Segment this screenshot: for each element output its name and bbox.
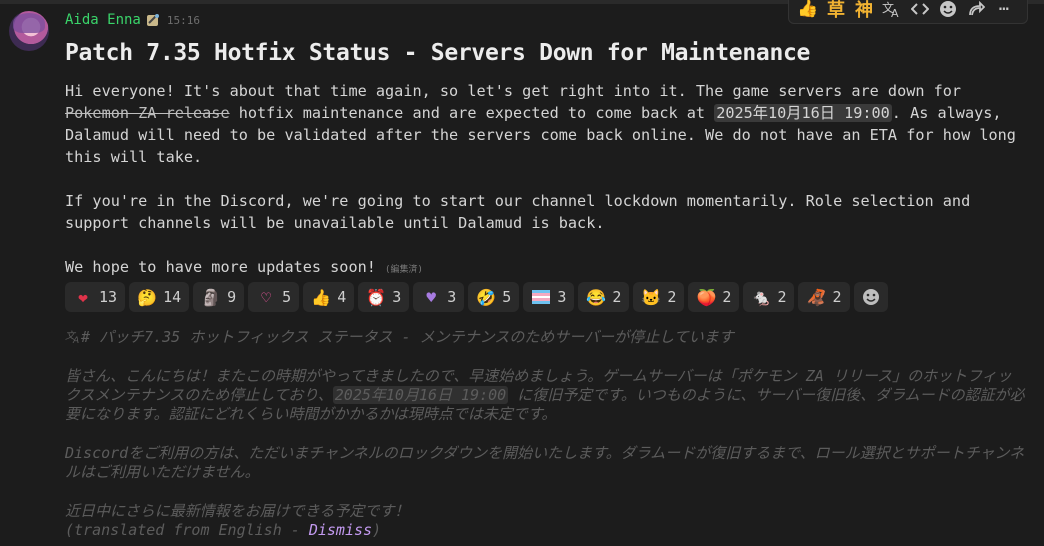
reaction-count: 3 [557, 288, 567, 306]
reaction-count: 3 [392, 288, 402, 306]
reaction-thumbs-up[interactable]: 👍 4 [303, 282, 355, 312]
quick-react-kusa[interactable]: 草 [825, 0, 847, 22]
paragraph-1: Hi everyone! It's about that time again,… [65, 80, 1025, 168]
thinking-face-icon: 🤔 [137, 287, 158, 307]
translation-timestamp: 2025年10月16日 19:00 [332, 385, 509, 404]
svg-text:A: A [72, 336, 79, 343]
reaction-count: 14 [163, 288, 182, 306]
paragraph-2: If you're in the Discord, we're going to… [65, 192, 971, 232]
reaction-heart[interactable]: ❤ 13 [65, 282, 126, 312]
reaction-count: 2 [667, 288, 677, 306]
thumbs-up-icon: 👍 [311, 287, 332, 307]
reaction-rofl[interactable]: 🤣 5 [468, 282, 520, 312]
rofl-icon: 🤣 [476, 287, 497, 307]
reaction-count: 13 [99, 288, 118, 306]
purple-heart-icon: ♥ [426, 287, 437, 307]
reaction-trans-flag[interactable]: 3 [523, 282, 575, 312]
translate-icon: 文A [65, 328, 81, 346]
reaction-count: 4 [337, 288, 347, 306]
more-options-icon[interactable]: ⋯ [993, 0, 1015, 22]
add-reaction-icon[interactable] [937, 0, 959, 22]
p1-text-a: Hi everyone! It's about that time again,… [65, 82, 962, 100]
reaction-orangutan[interactable]: 🦧 2 [798, 282, 850, 312]
avatar-hair [13, 13, 45, 33]
alarm-clock-icon: ⏰ [366, 287, 387, 307]
quick-react-kami[interactable]: 神 [853, 0, 875, 22]
mouse-icon: 🐁 [751, 287, 772, 307]
reaction-count: 9 [227, 288, 237, 306]
joy-icon: 😂 [586, 287, 607, 307]
translation-title: 文 A # パッチ7.35 ホットフィックス ステータス - メンテナンスのためサー… [65, 328, 1025, 347]
p1-text-b: hotfix maintenance and are expected to c… [229, 104, 715, 122]
translation-title-text: # パッチ7.35 ホットフィックス ステータス - メンテナンスのためサーバー… [81, 328, 734, 346]
reaction-cat[interactable]: 🐱 2 [633, 282, 685, 312]
pink-heart-icon: ♡ [261, 287, 271, 307]
reaction-count: 2 [612, 288, 622, 306]
reaction-count: 5 [502, 288, 512, 306]
username[interactable]: Aida Enna [65, 12, 141, 28]
translation-paragraph-2: Discordをご利用の方は、ただいまチャンネルのロックダウンを開始いたします。… [65, 443, 1025, 482]
translate-icon[interactable]: 文A [881, 0, 903, 22]
svg-text:A: A [891, 7, 899, 18]
translation-footer: (translated from English - Dismiss) [65, 521, 1025, 540]
cat-icon: 🐱 [641, 287, 662, 307]
message-header: Aida Enna 15:16 [65, 10, 200, 30]
reaction-pink-heart[interactable]: ♡ 5 [248, 282, 300, 312]
moai-icon: 🗿 [201, 287, 222, 307]
timestamp[interactable]: 15:16 [167, 14, 200, 27]
paragraph-3: We hope to have more updates soon! (編集済) [65, 256, 1025, 281]
reaction-peach[interactable]: 🍑 2 [688, 282, 740, 312]
heart-icon: ❤ [78, 287, 88, 307]
translated-from-label: (translated from English - [65, 520, 309, 539]
message-title: Patch 7.35 Hotfix Status - Servers Down … [65, 40, 811, 66]
translation-paragraph-1: 皆さん、こんにちは！またこの時期がやってきましたので、早速始めましょう。ゲームサ… [65, 367, 1025, 425]
reaction-alarm-clock[interactable]: ⏰ 3 [358, 282, 410, 312]
add-reaction-icon [861, 287, 881, 307]
reaction-bar: ❤ 13 🤔 14 🗿 9 ♡ 5 👍 4 ⏰ 3 ♥ 3 🤣 5 3 😂 2 🐱 2 🍑 2 🐁 2 … [65, 282, 888, 312]
reaction-purple-heart[interactable]: ♥ 3 [413, 282, 465, 312]
message-toolbar: 👍 草 神 文A ⋯ [788, 0, 1028, 24]
reaction-thinking[interactable]: 🤔 14 [129, 282, 190, 312]
reaction-mouse[interactable]: 🐁 2 [743, 282, 795, 312]
dismiss-link[interactable]: Dismiss [309, 521, 372, 539]
reaction-count: 2 [722, 288, 732, 306]
code-icon[interactable] [909, 0, 931, 22]
footer-close-paren: ) [372, 520, 382, 539]
avatar[interactable] [9, 11, 49, 51]
reaction-moai[interactable]: 🗿 9 [193, 282, 245, 312]
message-body: Hi everyone! It's about that time again,… [65, 80, 1025, 281]
reaction-count: 2 [832, 288, 842, 306]
orangutan-icon: 🦧 [806, 287, 827, 307]
translation-block: 文 A # パッチ7.35 ホットフィックス ステータス - メンテナンスのためサー… [65, 328, 1025, 540]
peach-icon: 🍑 [696, 287, 717, 307]
p3-text: We hope to have more updates soon! [65, 258, 376, 276]
reply-icon[interactable] [965, 0, 987, 22]
reaction-count: 2 [777, 288, 787, 306]
edited-label: (編集済) [385, 265, 423, 275]
thumbs-up-icon[interactable]: 👍 [797, 0, 819, 22]
translation-paragraph-3: 近日中にさらに最新情報をお届けできる予定です！ [65, 501, 410, 520]
trans-flag-icon [531, 287, 551, 307]
add-reaction-button[interactable] [853, 282, 888, 312]
strikethrough-text: Pokemon ZA release [65, 104, 230, 122]
timestamp-mention[interactable]: 2025年10月16日 19:00 [714, 104, 892, 122]
role-icon[interactable] [145, 12, 161, 28]
reaction-joy[interactable]: 😂 2 [578, 282, 630, 312]
reaction-count: 5 [282, 288, 292, 306]
reaction-count: 3 [447, 288, 457, 306]
